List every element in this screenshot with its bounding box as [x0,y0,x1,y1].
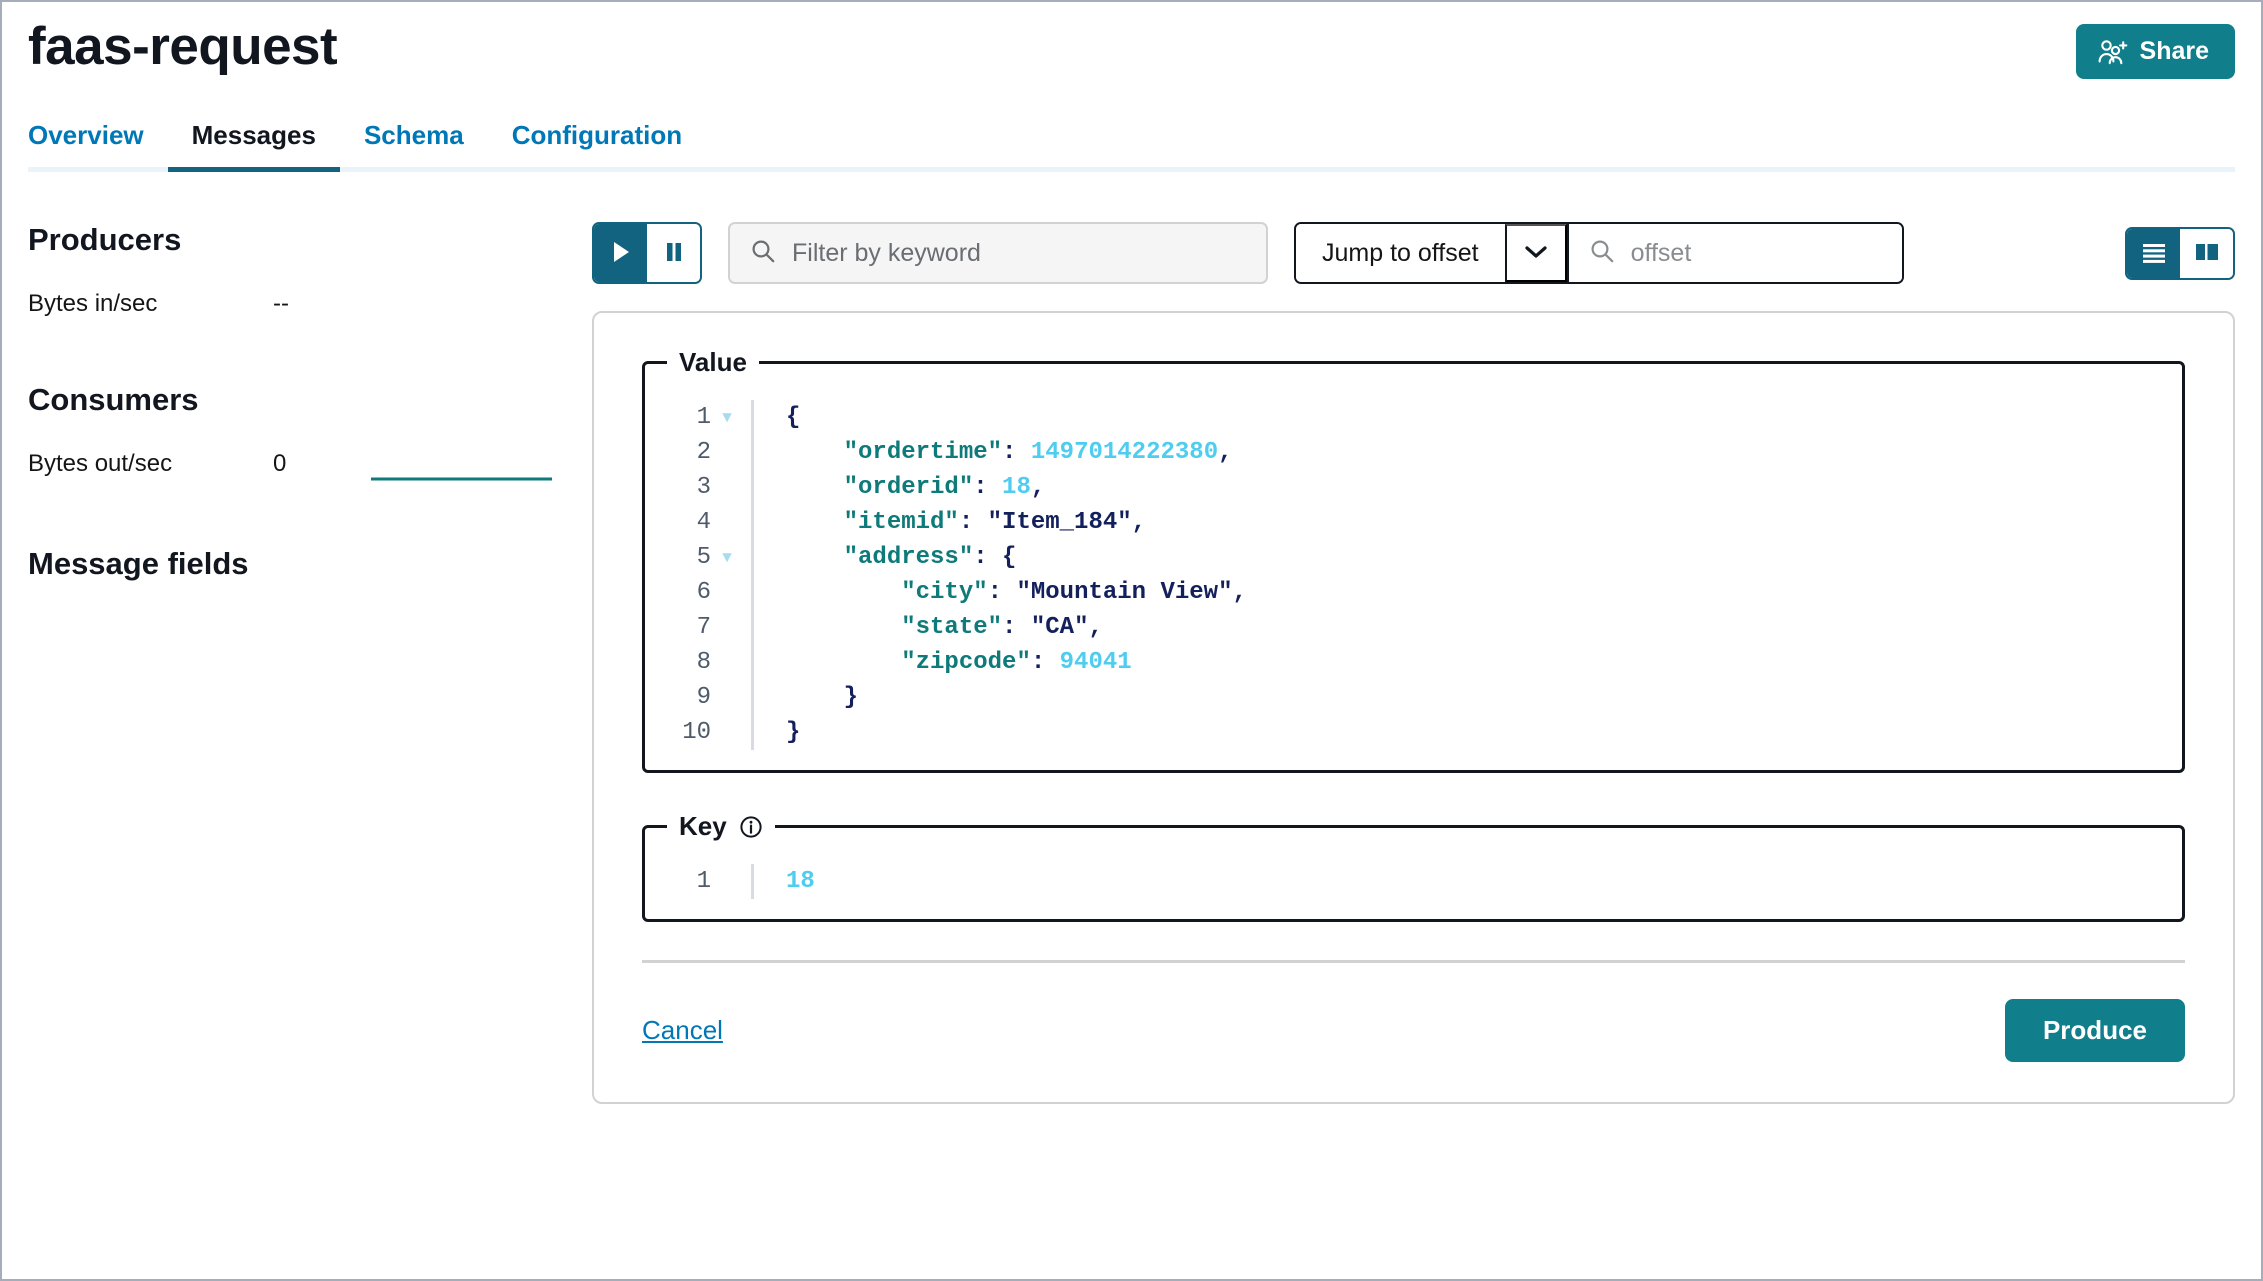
offset-field[interactable] [1566,224,1902,282]
metric-label: Bytes out/sec [28,450,173,477]
cancel-link[interactable]: Cancel [642,1015,723,1046]
jump-to-offset-caret[interactable] [1504,224,1567,282]
code-line: "state": "CA", [901,614,1103,641]
filter-input[interactable] [790,237,1246,269]
value-legend: Value [667,347,759,378]
line-number: 6 [696,579,711,606]
code-line: 18 [786,868,815,895]
pause-button[interactable] [647,224,700,282]
users-plus-icon [2098,39,2128,65]
value-gutter: 1 ▼ 2 3 4 5 ▼ 6 7 8 9 10 [645,400,735,750]
message-fields-heading: Message fields [28,546,249,581]
bytes-out-sparkline [369,442,554,486]
message-detail-card: Value 1 ▼ 2 3 4 5 ▼ 6 7 8 9 10 { "ordertime": 14970… [592,311,2235,1104]
tab-configuration[interactable]: Configuration [488,120,706,172]
line-number: 9 [696,684,711,711]
fold-triangle-icon[interactable]: ▼ [719,410,735,426]
key-code-viewer[interactable]: 1 18 [645,864,2182,899]
search-icon [750,238,776,269]
code-line: "city": "Mountain View", [901,579,1247,606]
tab-messages[interactable]: Messages [167,120,340,172]
info-circle-icon[interactable] [739,815,763,839]
page-header: faas-request Share [2,2,2261,98]
code-line: "ordertime": 1497014222380, [843,439,1233,466]
code-line: } [786,719,801,746]
key-gutter: 1 [645,864,735,899]
chevron-down-icon [1523,243,1549,264]
view-toggle-group [2125,226,2235,280]
page-content: Producers Bytes in/sec -- Consumers Byte… [2,172,2261,1104]
code-line: "orderid": 18, [843,474,1046,501]
line-number: 2 [696,439,711,466]
messages-toolbar: Jump to offset [592,222,2235,284]
code-line: "itemid": "Item_184", [843,509,1147,536]
app-window: faas-request Share Overview Messages Sch… [0,0,2263,1281]
code-line: } [843,684,859,711]
list-view-icon [2140,241,2168,266]
value-code-viewer[interactable]: 1 ▼ 2 3 4 5 ▼ 6 7 8 9 10 { "ordertime": 14970142223… [645,400,2182,750]
jump-to-offset-select[interactable]: Jump to offset [1296,224,1505,282]
key-code-lines: 18 [754,864,815,899]
tab-schema[interactable]: Schema [340,120,488,172]
messages-main: Jump to offset [592,172,2261,1104]
list-view-button[interactable] [2127,228,2180,278]
value-legend-label: Value [679,347,747,377]
metric-bytes-out-sec: Bytes out/sec 0 [28,444,592,484]
play-pause-group [592,222,702,284]
tab-list: Overview Messages Schema Configuration [28,120,2235,172]
key-legend: Key [667,811,775,842]
play-icon [610,240,632,267]
footer-divider [642,960,2185,963]
column-view-icon [2193,241,2221,266]
tab-bar: Overview Messages Schema Configuration [2,120,2261,172]
tab-overview[interactable]: Overview [28,120,168,172]
line-number: 5 ▼ [675,540,735,575]
play-button[interactable] [594,224,647,282]
metric-label: Bytes in/sec [28,290,158,317]
line-number: 8 [696,649,711,676]
metrics-sidebar: Producers Bytes in/sec -- Consumers Byte… [2,172,592,608]
offset-input[interactable] [1628,237,1882,269]
line-number: 3 [696,474,711,501]
code-line: "address": { [843,544,1017,571]
search-icon [1589,238,1615,269]
producers-heading: Producers [28,222,182,257]
column-view-button[interactable] [2180,228,2233,278]
key-legend-label: Key [679,811,727,841]
line-number: 10 [682,719,711,746]
jump-to-offset-group: Jump to offset [1294,222,1904,284]
metric-bytes-in-sec: Bytes in/sec -- [28,284,592,324]
share-button[interactable]: Share [2075,24,2235,79]
pause-icon [663,240,685,267]
value-fieldset: Value 1 ▼ 2 3 4 5 ▼ 6 7 8 9 10 { "ordertime": 14970… [642,347,2185,773]
line-number: 1 ▼ [675,400,735,435]
line-number: 4 [696,509,711,536]
consumers-heading: Consumers [28,382,199,417]
fold-triangle-icon[interactable]: ▼ [719,550,735,566]
metric-value: -- [273,290,289,317]
key-fieldset: Key 1 18 [642,811,2185,922]
produce-button[interactable]: Produce [2004,999,2185,1062]
page-title: faas-request [28,17,338,76]
line-number: 7 [696,614,711,641]
line-number: 1 [696,868,711,895]
code-line: { [786,404,801,431]
metric-value: 0 [273,450,287,477]
code-line: "zipcode": 94041 [901,649,1132,676]
card-footer: Cancel Produce [642,999,2185,1062]
value-code-lines: { "ordertime": 1497014222380, "orderid":… [754,400,1247,750]
filter-field[interactable] [728,222,1268,284]
share-button-label: Share [2139,37,2209,65]
